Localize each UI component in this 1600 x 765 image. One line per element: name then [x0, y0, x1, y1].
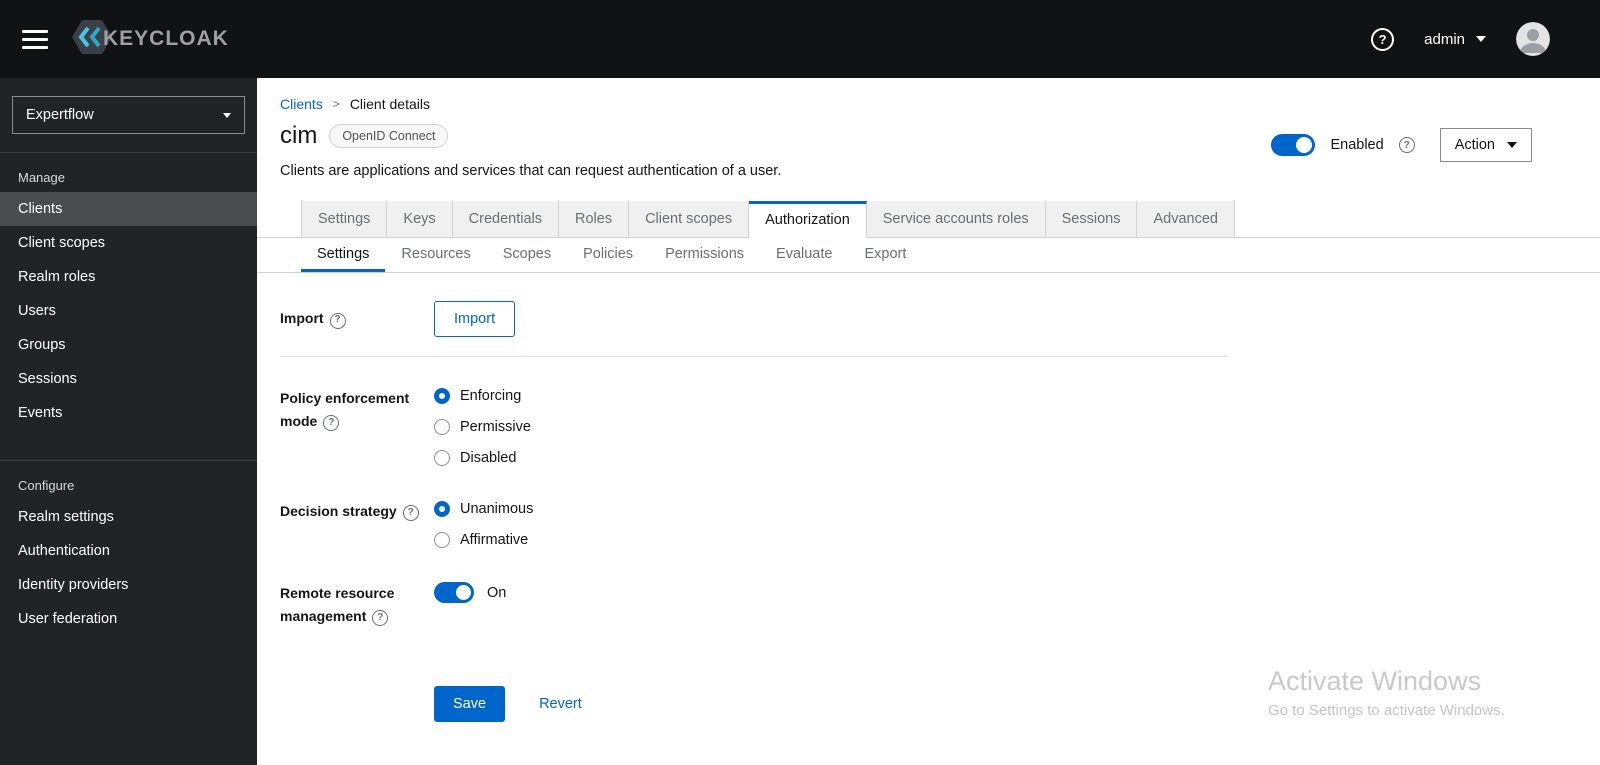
protocol-badge: OpenID Connect: [329, 124, 449, 148]
remote-resource-management-toggle[interactable]: [434, 582, 474, 603]
radio-button-icon: [434, 419, 450, 435]
subtab-settings[interactable]: Settings: [301, 238, 385, 272]
tab-service-accounts-roles[interactable]: Service accounts roles: [866, 201, 1046, 237]
help-icon[interactable]: ?: [1398, 137, 1415, 153]
help-icon[interactable]: ?: [402, 505, 419, 522]
sidebar-item-groups[interactable]: Groups: [0, 328, 257, 362]
policy-enforcement-mode-row: Policy enforcement mode? Enforcing Permi…: [280, 387, 1600, 466]
radio-disabled[interactable]: Disabled: [434, 450, 531, 466]
help-icon[interactable]: ?: [1371, 27, 1395, 51]
subtab-evaluate[interactable]: Evaluate: [760, 238, 848, 272]
tab-authorization[interactable]: Authorization: [749, 201, 867, 238]
subtab-permissions[interactable]: Permissions: [649, 238, 760, 272]
radio-button-icon: [434, 532, 450, 548]
page-title: cim: [280, 122, 318, 149]
authorization-settings-form: Import? Import Policy enforcement mode? …: [257, 273, 1600, 723]
decision-strategy-options: Unanimous Affirmative: [434, 500, 533, 548]
radio-unanimous[interactable]: Unanimous: [434, 501, 533, 517]
header-controls: Enabled ? Action: [1271, 128, 1532, 162]
keycloak-admin-console: KEYCLOAK ? admin Expertflow Manage Clien…: [0, 0, 1600, 765]
help-icon[interactable]: ?: [372, 610, 389, 627]
sidebar: Expertflow Manage Clients Client scopes …: [0, 78, 257, 765]
sidebar-item-clients[interactable]: Clients: [0, 192, 257, 226]
breadcrumb-clients-link[interactable]: Clients: [280, 96, 323, 112]
policy-enforcement-mode-options: Enforcing Permissive Disabled: [434, 387, 531, 466]
decision-strategy-label: Decision strategy?: [280, 500, 434, 523]
tab-settings[interactable]: Settings: [301, 201, 388, 237]
subtab-export[interactable]: Export: [848, 238, 922, 272]
sidebar-item-client-scopes[interactable]: Client scopes: [0, 226, 257, 260]
help-icon[interactable]: ?: [323, 415, 340, 432]
chevron-down-icon: [1507, 142, 1517, 148]
subtab-policies[interactable]: Policies: [567, 238, 649, 272]
radio-button-icon: [434, 450, 450, 466]
subtab-scopes[interactable]: Scopes: [487, 238, 567, 272]
import-field-label: Import?: [280, 307, 434, 330]
client-tabs: Settings Keys Credentials Roles Client s…: [257, 201, 1600, 238]
sidebar-item-user-federation[interactable]: User federation: [0, 602, 257, 636]
radio-affirmative[interactable]: Affirmative: [434, 532, 533, 548]
policy-enforcement-mode-label: Policy enforcement mode?: [280, 387, 434, 433]
realm-selector-value: Expertflow: [26, 107, 94, 123]
username: admin: [1424, 30, 1465, 48]
remote-resource-management-label: Remote resource management?: [280, 582, 434, 628]
chevron-down-icon: [1476, 36, 1486, 42]
toggle-state-label: On: [487, 584, 507, 601]
divider: [280, 356, 1227, 357]
nav-group-configure: Configure Realm settings Authentication …: [0, 460, 257, 636]
keycloak-logo-text: KEYCLOAK: [103, 27, 229, 50]
chevron-down-icon: [223, 112, 231, 118]
tab-credentials[interactable]: Credentials: [452, 201, 559, 237]
decision-strategy-row: Decision strategy? Unanimous Affirmative: [280, 500, 1600, 548]
sidebar-item-events[interactable]: Events: [0, 396, 257, 430]
enabled-toggle[interactable]: [1271, 134, 1316, 156]
client-description: Clients are applications and services th…: [280, 163, 782, 179]
form-actions: Save Revert: [280, 686, 1600, 723]
authorization-subtabs: Settings Resources Scopes Policies Permi…: [257, 238, 1600, 273]
nav-group-title: Configure: [18, 478, 75, 493]
sidebar-item-users[interactable]: Users: [0, 294, 257, 328]
avatar[interactable]: [1516, 22, 1550, 56]
enabled-toggle-label: Enabled: [1330, 137, 1384, 153]
breadcrumb: Clients > Client details: [257, 78, 1600, 112]
breadcrumb-separator: >: [332, 97, 340, 111]
radio-button-icon: [434, 388, 450, 404]
masthead-right: ? admin: [1371, 22, 1550, 56]
nav-group-title: Manage: [18, 170, 65, 185]
save-button[interactable]: Save: [434, 686, 506, 723]
tab-keys[interactable]: Keys: [387, 201, 453, 237]
sidebar-item-authentication[interactable]: Authentication: [0, 534, 257, 568]
realm-selector[interactable]: Expertflow: [12, 96, 245, 134]
sidebar-item-realm-settings[interactable]: Realm settings: [0, 500, 257, 534]
radio-permissive[interactable]: Permissive: [434, 419, 531, 435]
tab-roles[interactable]: Roles: [559, 201, 630, 237]
sidebar-item-realm-roles[interactable]: Realm roles: [0, 260, 257, 294]
radio-enforcing[interactable]: Enforcing: [434, 388, 531, 404]
main-content: Clients > Client details cim OpenID Conn…: [257, 78, 1600, 765]
help-icon[interactable]: ?: [329, 312, 346, 329]
tab-client-scopes[interactable]: Client scopes: [629, 201, 750, 237]
sidebar-item-identity-providers[interactable]: Identity providers: [0, 568, 257, 602]
user-dropdown[interactable]: admin: [1424, 31, 1486, 48]
tab-advanced[interactable]: Advanced: [1137, 201, 1235, 237]
sidebar-item-sessions[interactable]: Sessions: [0, 362, 257, 396]
client-header: cim OpenID Connect Clients are applicati…: [257, 112, 1600, 179]
hamburger-menu-icon[interactable]: [22, 29, 48, 49]
revert-link[interactable]: Revert: [539, 696, 582, 712]
radio-button-icon: [434, 501, 450, 517]
subtab-resources[interactable]: Resources: [385, 238, 486, 272]
tab-sessions[interactable]: Sessions: [1045, 201, 1138, 237]
breadcrumb-current: Client details: [349, 96, 430, 112]
import-button[interactable]: Import: [434, 301, 516, 337]
action-dropdown-label: Action: [1454, 137, 1495, 153]
remote-resource-management-row: Remote resource management? On: [280, 582, 1600, 628]
masthead: KEYCLOAK ? admin: [0, 0, 1600, 78]
action-dropdown-button[interactable]: Action: [1439, 128, 1532, 162]
import-field-row: Import? Import: [280, 301, 1600, 337]
keycloak-logo[interactable]: KEYCLOAK: [72, 19, 229, 60]
nav-group-manage: Manage Clients Client scopes Realm roles…: [0, 152, 257, 430]
